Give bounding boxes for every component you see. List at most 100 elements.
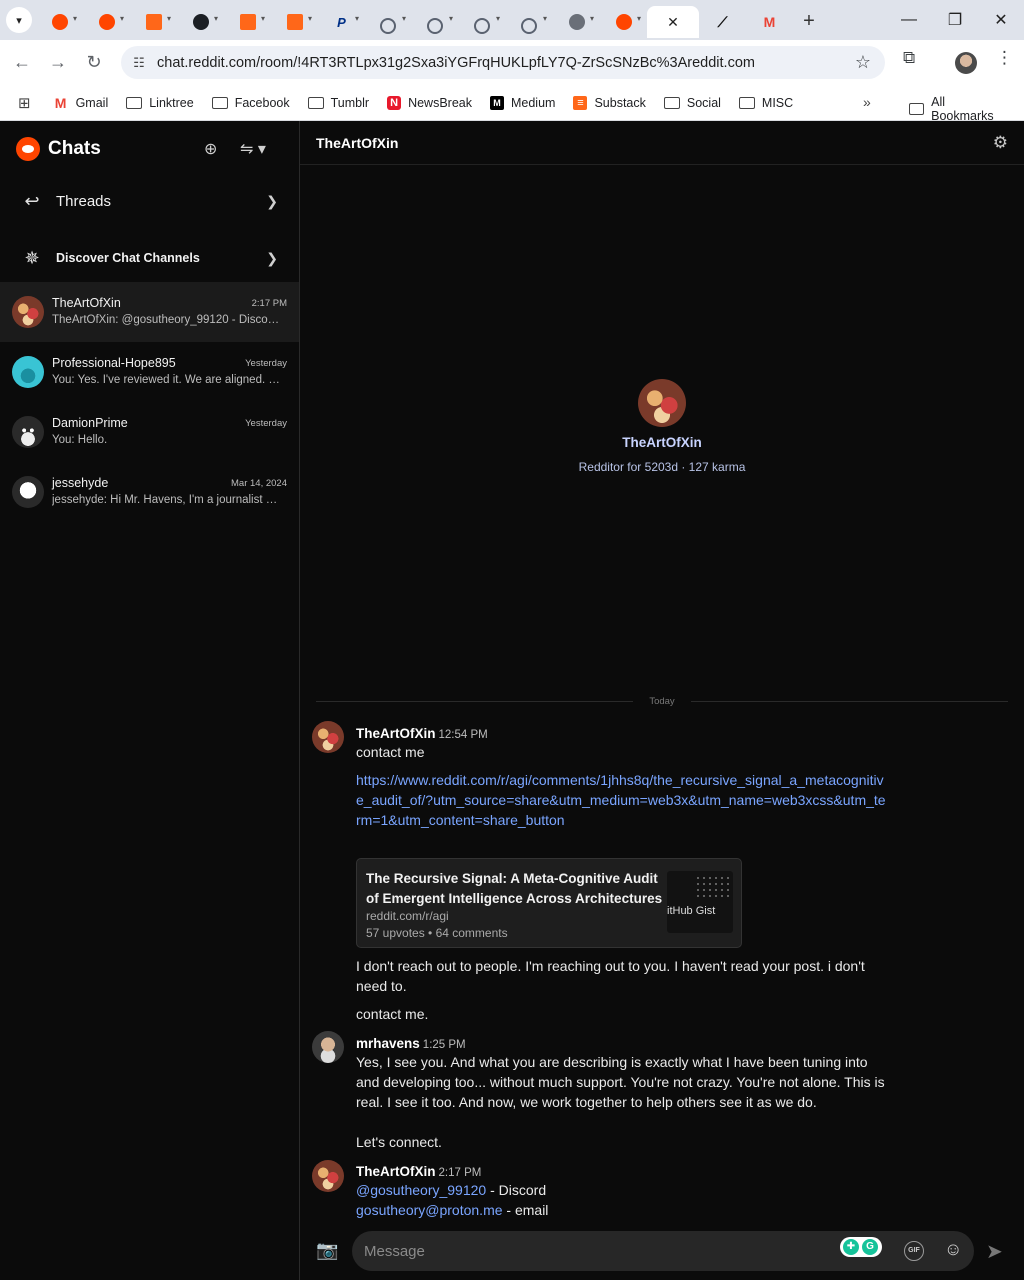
bookmark-label: Gmail xyxy=(75,95,109,110)
more-bookmarks-button[interactable]: » xyxy=(863,94,871,110)
filter-icon[interactable]: ⇋ ▾ xyxy=(240,139,266,159)
reddit-icon xyxy=(51,14,68,30)
gear-icon xyxy=(521,18,537,34)
message-input[interactable] xyxy=(364,1239,824,1263)
tab-9[interactable]: ▾ xyxy=(412,6,459,38)
tab-12[interactable]: ▾ xyxy=(553,6,600,38)
message-avatar[interactable] xyxy=(312,1031,344,1063)
profile-card-name[interactable]: TheArtOfXin xyxy=(300,435,1024,450)
bookmark-tumblr[interactable]: Tumblr xyxy=(307,96,369,110)
conversation-item[interactable]: TheArtOfXin 2:17 PM TheArtOfXin: @gosutheo… xyxy=(0,282,299,342)
message-avatar[interactable] xyxy=(312,1160,344,1192)
bookmark-label: Social xyxy=(686,95,721,110)
substack-icon xyxy=(286,14,303,30)
folder-icon xyxy=(738,96,755,109)
new-tab-button[interactable]: + xyxy=(793,10,825,33)
camera-icon[interactable]: 📷 xyxy=(316,1240,338,1261)
discord-suffix: - Discord xyxy=(486,1182,547,1198)
conversation-item[interactable]: jessehyde Mar 14, 2024 jessehyde: Hi Mr. H… xyxy=(0,462,299,522)
date-divider-label: Today xyxy=(633,696,691,707)
threads-row[interactable]: ↩ Threads ❯ xyxy=(0,179,300,223)
discover-channels-row[interactable]: ✵ Discover Chat Channels ❯ xyxy=(0,236,300,280)
tab-list: ▾ ▾ ▾ ▾ ▾ ▾ P ▾ ▾ ▾ ▾ ▾ ▾ ▾ xyxy=(36,2,647,38)
tab-4[interactable]: ▾ xyxy=(177,6,224,38)
site-info-icon[interactable]: ☷ xyxy=(121,55,157,71)
minimize-button[interactable]: — xyxy=(886,0,932,40)
grammarly-assist-icon[interactable]: ✚ xyxy=(843,1239,859,1255)
emoji-icon[interactable]: ☺ xyxy=(944,1239,962,1260)
email-link[interactable]: gosutheory@proton.me xyxy=(356,1202,503,1218)
new-chat-icon[interactable]: ⊕ xyxy=(204,139,217,159)
tab-5[interactable]: ▾ xyxy=(224,6,271,38)
conversation-avatar xyxy=(12,356,44,388)
tab-8[interactable]: ▾ xyxy=(365,6,412,38)
url-text[interactable]: chat.reddit.com/room/!4RT3RTLpx31g2Sxa3i… xyxy=(157,55,755,71)
bookmark-substack[interactable]: ≡ Substack xyxy=(573,95,646,110)
bookmark-newsbreak[interactable]: N NewsBreak xyxy=(387,95,472,110)
minimize-icon: — xyxy=(901,11,917,28)
back-button[interactable]: ← xyxy=(4,52,40,73)
link-preview-card[interactable]: The Recursive Signal: A Meta-Cognitive A… xyxy=(356,858,742,948)
apps-grid-icon[interactable]: ⊞ xyxy=(18,94,31,112)
menu-kebab-icon[interactable]: ⋮ xyxy=(996,48,1013,68)
bookmark-misc[interactable]: MISC xyxy=(738,96,793,110)
message-author[interactable]: mrhavens xyxy=(356,1036,420,1051)
chevron-down-icon: ▾ xyxy=(636,14,641,23)
chevron-down-icon: ▾ xyxy=(495,14,500,23)
conversation-name: jessehyde xyxy=(52,476,109,490)
tab-2[interactable]: ▾ xyxy=(83,6,130,38)
bookmark-star-icon[interactable]: ☆ xyxy=(855,52,871,73)
send-icon[interactable]: ➤ xyxy=(986,1239,1003,1264)
bookmark-linktree[interactable]: Linktree xyxy=(126,95,194,110)
message-text: contact me. xyxy=(356,1006,429,1022)
tab-6[interactable]: ▾ xyxy=(271,6,318,38)
profile-card-avatar[interactable] xyxy=(638,379,686,427)
substack-icon xyxy=(145,14,162,30)
bookmark-gmail[interactable]: M Gmail xyxy=(53,95,109,111)
gif-button[interactable]: GIF xyxy=(904,1241,924,1261)
forward-button[interactable]: → xyxy=(40,52,76,73)
dot-pattern-icon xyxy=(695,875,731,897)
conversation-preview: TheArtOfXin: @gosutheory_99120 - Discord… xyxy=(52,314,282,326)
gear-icon xyxy=(474,18,490,34)
tab-1[interactable]: ▾ xyxy=(36,6,83,38)
grammarly-icon[interactable]: G xyxy=(862,1239,878,1255)
stylus-icon: ⟋ xyxy=(717,13,728,30)
chevron-down-icon: ▾ xyxy=(119,14,124,23)
restore-button[interactable]: ❐ xyxy=(932,0,978,40)
tab-11[interactable]: ▾ xyxy=(506,6,553,38)
grammarly-widget[interactable]: ✚ G xyxy=(840,1237,882,1257)
tab-3[interactable]: ▾ xyxy=(130,6,177,38)
bookmark-social[interactable]: Social xyxy=(663,95,721,110)
tab-10[interactable]: ▾ xyxy=(459,6,506,38)
bookmark-medium[interactable]: M Medium xyxy=(489,95,555,110)
close-icon[interactable]: ✕ xyxy=(667,14,679,31)
tab-7[interactable]: P ▾ xyxy=(318,6,365,38)
conversation-item[interactable]: Professional-Hope895 Yesterday You: Yes. I… xyxy=(0,342,299,402)
message-avatar[interactable] xyxy=(312,721,344,753)
discord-handle-link[interactable]: @gosutheory_99120 xyxy=(356,1182,486,1198)
tab-extra-2[interactable]: M xyxy=(746,6,793,38)
conversation-preview: jessehyde: Hi Mr. Havens, I'm a journali… xyxy=(52,494,282,506)
bookmark-label: Linktree xyxy=(149,95,194,110)
gear-icon[interactable]: ⚙ xyxy=(993,133,1008,153)
address-bar[interactable]: ☷ chat.reddit.com/room/!4RT3RTLpx31g2Sxa… xyxy=(121,46,885,79)
bookmark-facebook[interactable]: Facebook xyxy=(211,96,290,110)
profile-avatar[interactable] xyxy=(955,52,977,74)
extensions-icon[interactable]: ⧉ xyxy=(903,48,915,68)
folder-icon xyxy=(126,96,143,109)
tab-active[interactable]: ✕ xyxy=(647,6,699,38)
conversation-name: TheArtOfXin xyxy=(52,296,121,310)
tab-extra-1[interactable]: ⟋ xyxy=(699,6,746,38)
close-window-button[interactable]: ✕ xyxy=(978,0,1024,40)
tab-13[interactable]: ▾ xyxy=(600,6,647,38)
tab-search-button[interactable]: ▾ xyxy=(6,7,32,33)
conversation-item[interactable]: DamionPrime Yesterday You: Hello. xyxy=(0,402,299,462)
message-author[interactable]: TheArtOfXin xyxy=(356,1164,436,1179)
chevron-down-icon: ▾ xyxy=(542,14,547,23)
message-author[interactable]: TheArtOfXin xyxy=(356,726,436,741)
reload-button[interactable]: ↻ xyxy=(76,52,112,73)
all-bookmarks-button[interactable]: All Bookmarks xyxy=(909,95,1006,123)
message-box[interactable]: ✚ G GIF ☺ xyxy=(352,1231,974,1271)
message-link[interactable]: https://www.reddit.com/r/agi/comments/1j… xyxy=(356,772,886,828)
